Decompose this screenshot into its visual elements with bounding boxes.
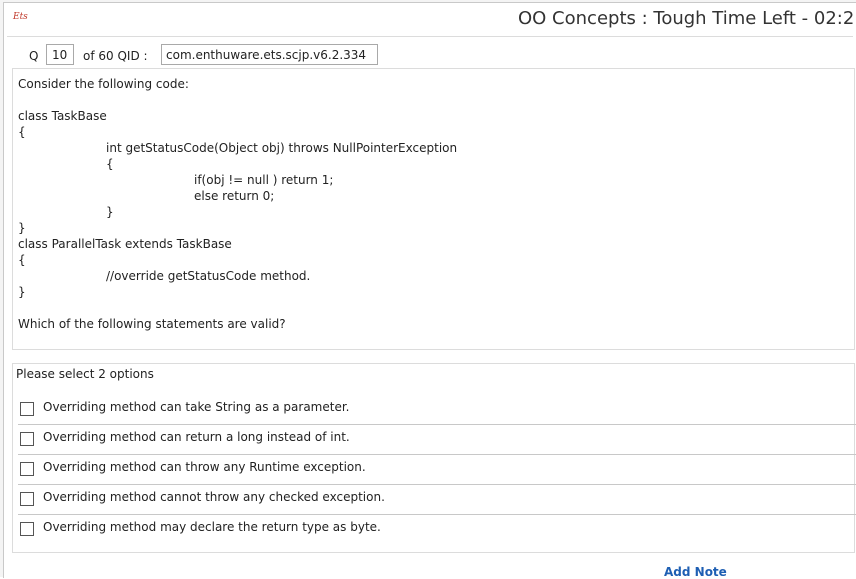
code-line: { [106,157,114,171]
question-number-field[interactable]: 10 [46,44,74,65]
ets-logo: Ets [13,12,28,22]
code-line: int getStatusCode(Object obj) throws Nul… [106,141,458,155]
option-label: Overriding method cannot throw any check… [43,490,385,504]
option-checkbox[interactable] [20,522,34,536]
option-checkbox[interactable] [20,492,34,506]
question-label: Q [29,49,39,63]
option-label: Overriding method can throw any Runtime … [43,460,366,474]
option-checkbox[interactable] [20,402,34,416]
code-line: if(obj != null ) return 1; [194,173,334,187]
option-row[interactable]: Overriding method cannot throw any check… [13,485,856,515]
option-row[interactable]: Overriding method can return a long inst… [13,425,856,455]
option-label: Overriding method can return a long inst… [43,430,350,444]
question-total-label: of 60 QID : [83,49,148,63]
option-row[interactable]: Overriding method can take String as a p… [13,395,856,425]
option-label: Overriding method can take String as a p… [43,400,350,414]
select-prompt: Please select 2 options [16,367,154,381]
code-line: } [18,221,26,235]
code-line: class TaskBase [18,109,107,123]
option-checkbox[interactable] [20,462,34,476]
question-prompt: Which of the following statements are va… [18,317,286,331]
option-row[interactable]: Overriding method may declare the return… [13,515,856,545]
exam-title-timer: OO Concepts : Tough Time Left - 02:2 [518,8,855,29]
option-checkbox[interactable] [20,432,34,446]
code-line: } [18,285,26,299]
question-panel [12,68,855,350]
qid-field[interactable]: com.enthuware.ets.scjp.v6.2.334 [161,44,378,65]
option-label: Overriding method may declare the return… [43,520,381,534]
code-line: class ParallelTask extends TaskBase [18,237,232,251]
code-line: } [106,205,114,219]
option-row[interactable]: Overriding method can throw any Runtime … [13,455,856,485]
header-divider [7,36,853,37]
code-line: { [18,125,26,139]
question-line: Consider the following code: [18,77,189,91]
code-line: { [18,253,26,267]
app-frame: Ets OO Concepts : Tough Time Left - 02:2… [0,0,856,579]
code-line: //override getStatusCode method. [106,269,311,283]
code-line: else return 0; [194,189,275,203]
